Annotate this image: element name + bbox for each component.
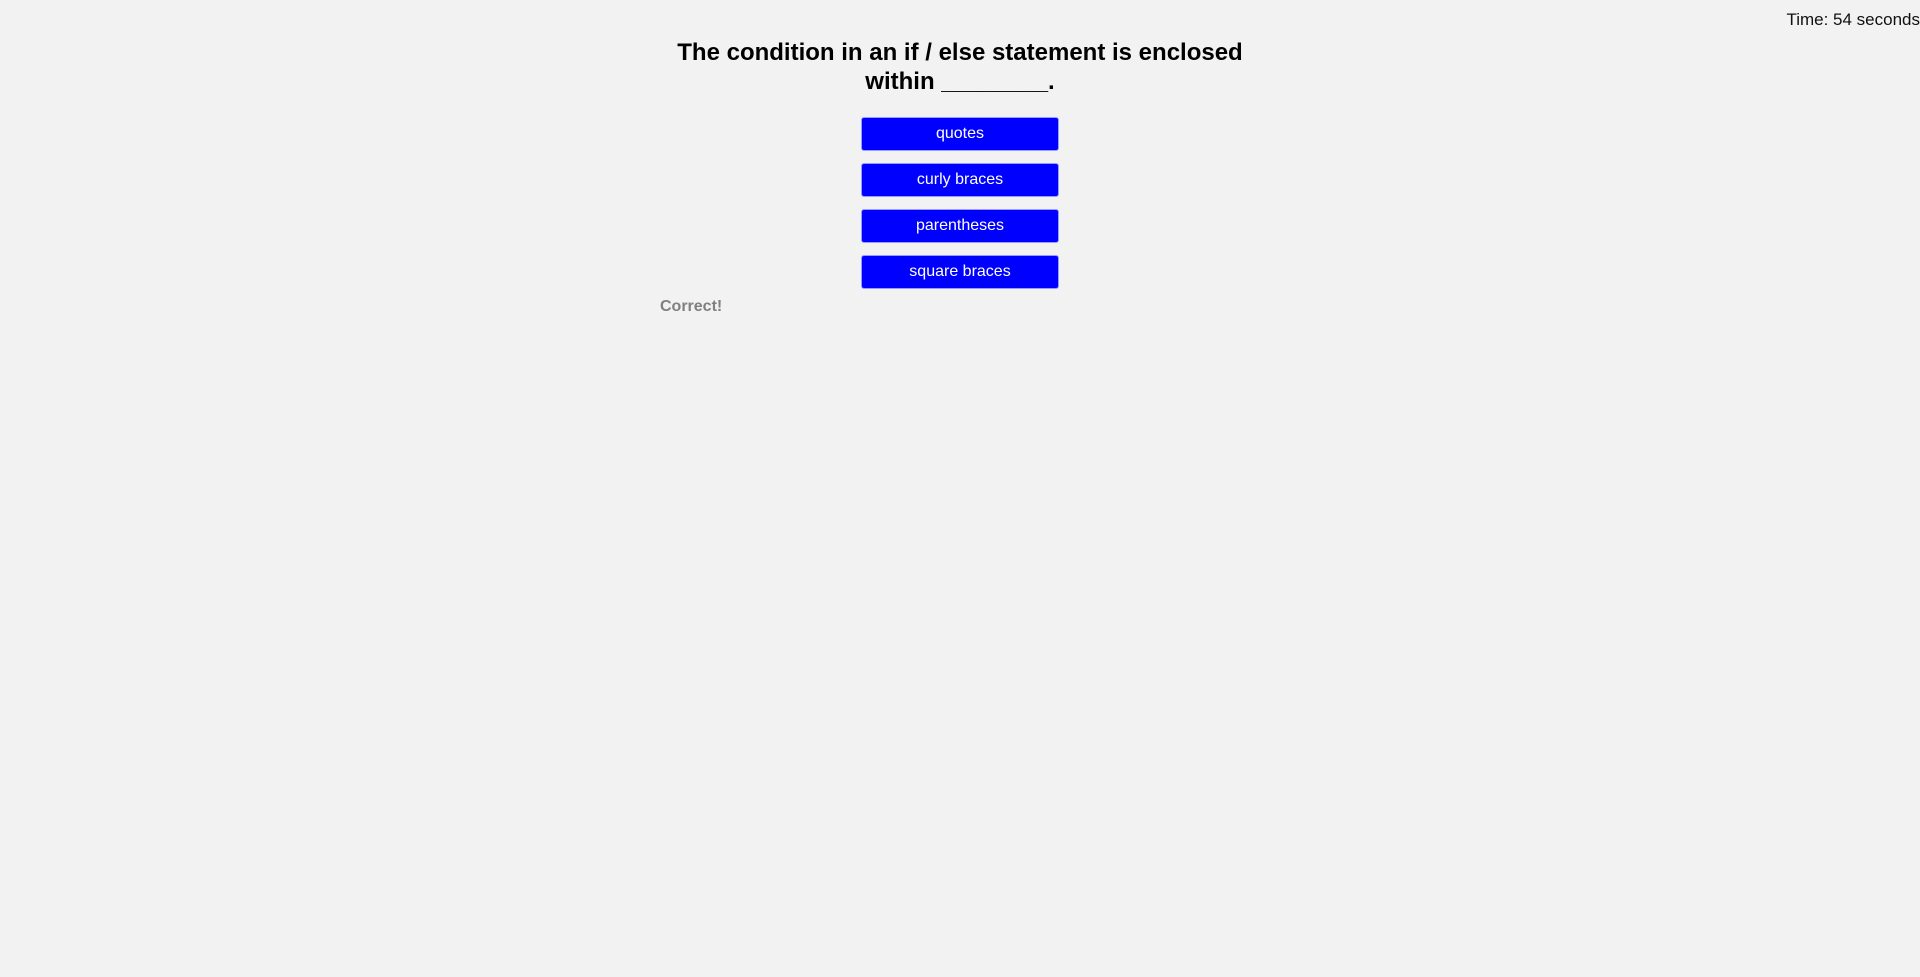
timer-display: Time: 54 seconds bbox=[1786, 10, 1920, 29]
choice-quotes-button[interactable]: quotes bbox=[861, 117, 1059, 151]
choice-parentheses-button[interactable]: parentheses bbox=[861, 209, 1059, 243]
choice-curly-braces-button[interactable]: curly braces bbox=[861, 163, 1059, 197]
answer-choices: quotes curly braces parentheses square b… bbox=[861, 117, 1059, 301]
answer-feedback: Correct! bbox=[660, 298, 723, 315]
choice-square-braces-button[interactable]: square braces bbox=[861, 255, 1059, 289]
question-text: The condition in an if / else statement … bbox=[677, 39, 1243, 95]
